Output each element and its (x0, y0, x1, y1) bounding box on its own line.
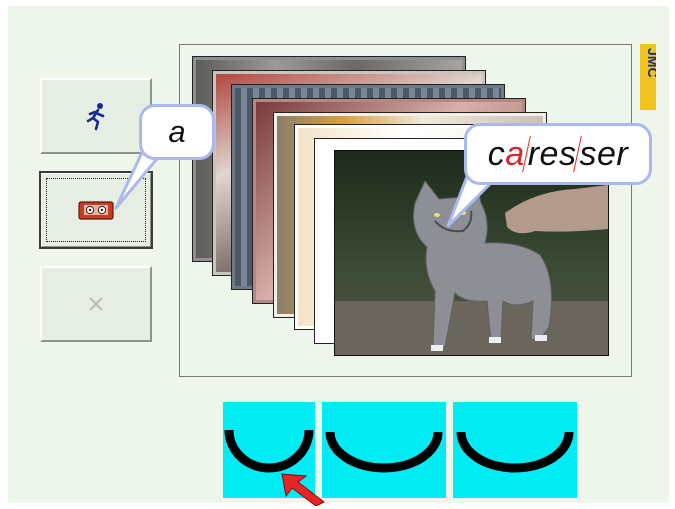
pointer-arrow-icon (281, 473, 325, 506)
logo: JMC (640, 44, 656, 110)
syllable-arc (325, 431, 443, 473)
word-bubble: ca res ser (464, 123, 652, 185)
bubble-letter: a (168, 114, 186, 149)
word-syllable-1: ca (487, 134, 525, 173)
app-window: a ca res ser JMC (8, 6, 669, 506)
word-syllable-3: ser (579, 134, 629, 173)
syllable-box-3[interactable] (453, 402, 577, 498)
letter-bubble: a (139, 104, 215, 160)
word-syllable-2: res (527, 134, 577, 173)
logo-text: JMC (645, 48, 656, 78)
syllable-box-2[interactable] (322, 402, 446, 498)
running-man-icon (86, 103, 105, 131)
syllable-arc (456, 431, 574, 473)
close-icon (89, 297, 103, 311)
close-button[interactable] (40, 266, 152, 342)
